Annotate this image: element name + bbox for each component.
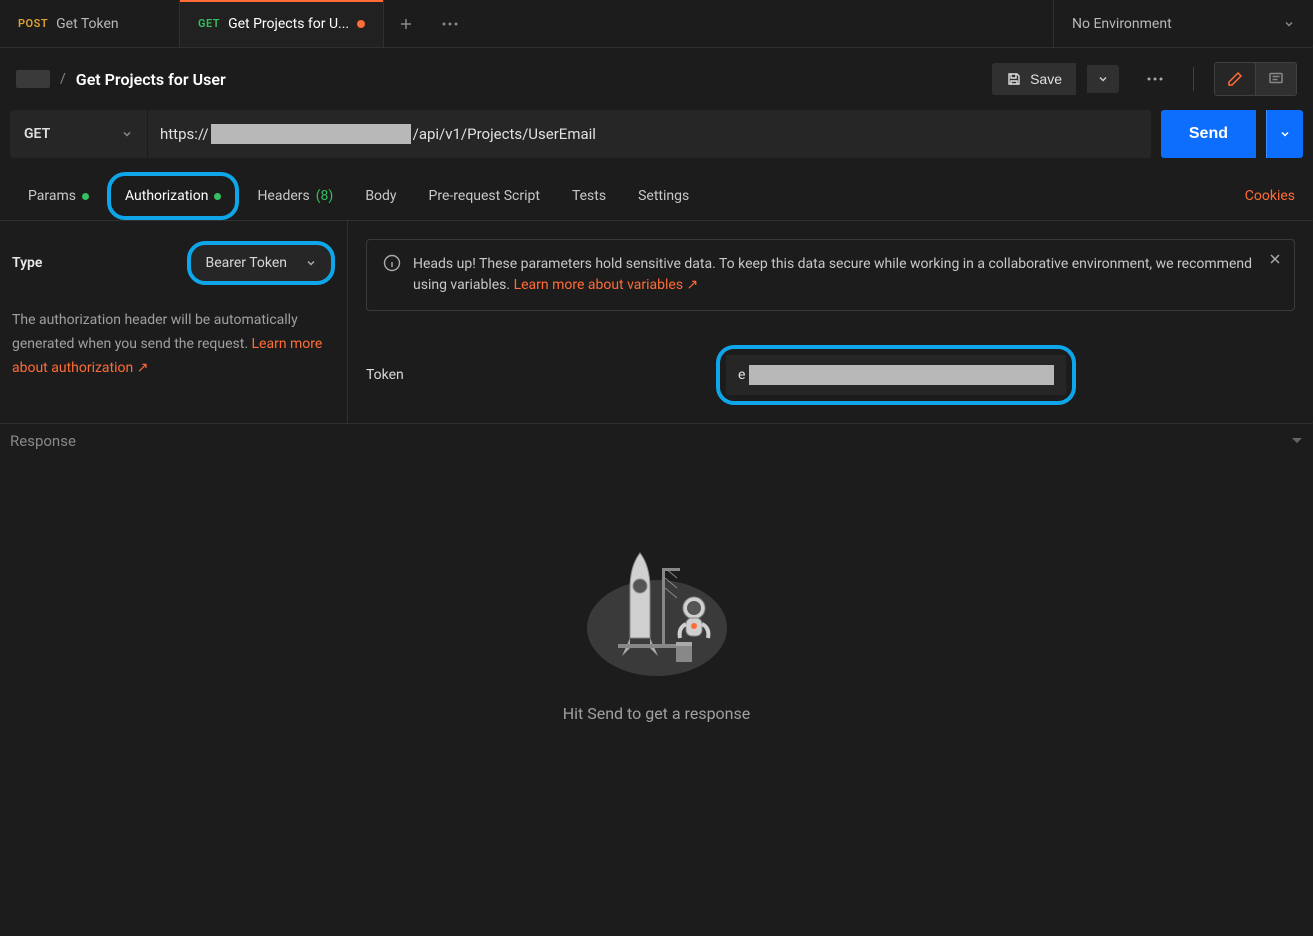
tab-label: Settings (638, 188, 689, 204)
response-placeholder-illustration (582, 538, 732, 678)
method-badge: POST (18, 17, 48, 30)
auth-type-label: Type (12, 255, 42, 271)
response-body: Hit Send to get a response (0, 458, 1313, 803)
tab-headers[interactable]: Headers (8) (243, 176, 347, 216)
breadcrumb-separator: / (60, 71, 66, 87)
info-banner: Heads up! These parameters hold sensitiv… (366, 239, 1295, 311)
tab-authorization[interactable]: Authorization (107, 172, 239, 220)
auth-left-panel: Type Bearer Token The authorization head… (0, 221, 348, 423)
save-icon (1006, 71, 1022, 87)
response-header[interactable]: Response (0, 424, 1313, 458)
right-icon-group (1214, 62, 1297, 96)
info-icon (383, 254, 401, 296)
close-banner-button[interactable] (1268, 252, 1282, 266)
request-tabs: Params Authorization Headers (8) Body Pr… (0, 172, 1313, 221)
tab-label: Get Projects for U... (228, 16, 349, 32)
url-suffix: /api/v1/Projects/UserEmail (413, 125, 596, 143)
save-button[interactable]: Save (992, 63, 1076, 95)
environment-label: No Environment (1072, 16, 1172, 32)
token-row: Token e (366, 345, 1295, 405)
url-redacted-segment (211, 124, 411, 144)
chevron-down-icon (121, 128, 133, 140)
environment-selector[interactable]: No Environment (1053, 0, 1313, 47)
response-label: Response (10, 432, 76, 450)
response-placeholder-text: Hit Send to get a response (563, 704, 751, 723)
tab-body[interactable]: Body (351, 176, 410, 216)
token-redacted-segment (749, 365, 1054, 385)
tab-label: Authorization (125, 188, 208, 204)
learn-more-variables-link[interactable]: Learn more about variables ↗ (514, 277, 699, 293)
tab-settings[interactable]: Settings (624, 176, 703, 216)
auth-right-panel: Heads up! These parameters hold sensitiv… (348, 221, 1313, 423)
tab-get-projects[interactable]: GET Get Projects for U... (180, 0, 384, 47)
tab-overflow-button[interactable] (428, 0, 472, 47)
tab-params[interactable]: Params (14, 176, 103, 216)
info-text: Heads up! These parameters hold sensitiv… (413, 254, 1278, 296)
auth-type-value: Bearer Token (205, 255, 287, 271)
tab-label: Body (365, 188, 396, 204)
collection-tag (16, 70, 50, 88)
caret-down-icon (1291, 436, 1303, 446)
tab-tests[interactable]: Tests (558, 176, 620, 216)
token-input[interactable]: e (726, 355, 1066, 395)
request-title: Get Projects for User (76, 70, 226, 89)
token-field-highlight: e (716, 345, 1076, 405)
url-prefix: https:// (160, 125, 209, 143)
headers-count: (8) (316, 188, 334, 204)
cookies-link[interactable]: Cookies (1241, 176, 1299, 216)
tab-label: Pre-request Script (429, 188, 540, 204)
tab-get-token[interactable]: POST Get Token (0, 0, 180, 47)
url-input[interactable]: https:// /api/v1/Projects/UserEmail (148, 110, 1151, 158)
tab-prerequest[interactable]: Pre-request Script (415, 176, 554, 216)
method-badge: GET (198, 17, 220, 30)
save-label: Save (1030, 71, 1062, 87)
tab-label: Headers (257, 188, 309, 204)
tabs-bar: POST Get Token GET Get Projects for U...… (0, 0, 1313, 48)
request-row: GET https:// /api/v1/Projects/UserEmail S… (0, 110, 1313, 172)
chevron-down-icon (305, 257, 317, 269)
tab-label: Tests (572, 188, 606, 204)
chevron-down-icon (1283, 18, 1295, 30)
method-select[interactable]: GET (10, 110, 148, 158)
modified-indicator-icon (357, 20, 365, 28)
auth-type-select[interactable]: Bearer Token (187, 241, 335, 285)
indicator-dot-icon (214, 193, 221, 200)
title-row: / Get Projects for User Save (0, 48, 1313, 110)
indicator-dot-icon (82, 193, 89, 200)
comment-icon-button[interactable] (1255, 63, 1296, 95)
token-label: Token (366, 367, 716, 383)
auth-description: The authorization header will be automat… (12, 309, 335, 380)
save-dropdown-button[interactable] (1086, 65, 1119, 93)
token-value-prefix: e (738, 367, 745, 383)
send-button[interactable]: Send (1161, 110, 1256, 158)
edit-icon-button[interactable] (1215, 63, 1255, 95)
more-actions-button[interactable] (1137, 69, 1173, 89)
method-value: GET (24, 126, 50, 142)
send-dropdown-button[interactable] (1266, 110, 1303, 158)
tab-label: Get Token (56, 16, 119, 32)
auth-panel: Type Bearer Token The authorization head… (0, 221, 1313, 424)
tab-label: Params (28, 188, 76, 204)
new-tab-button[interactable] (384, 0, 428, 47)
